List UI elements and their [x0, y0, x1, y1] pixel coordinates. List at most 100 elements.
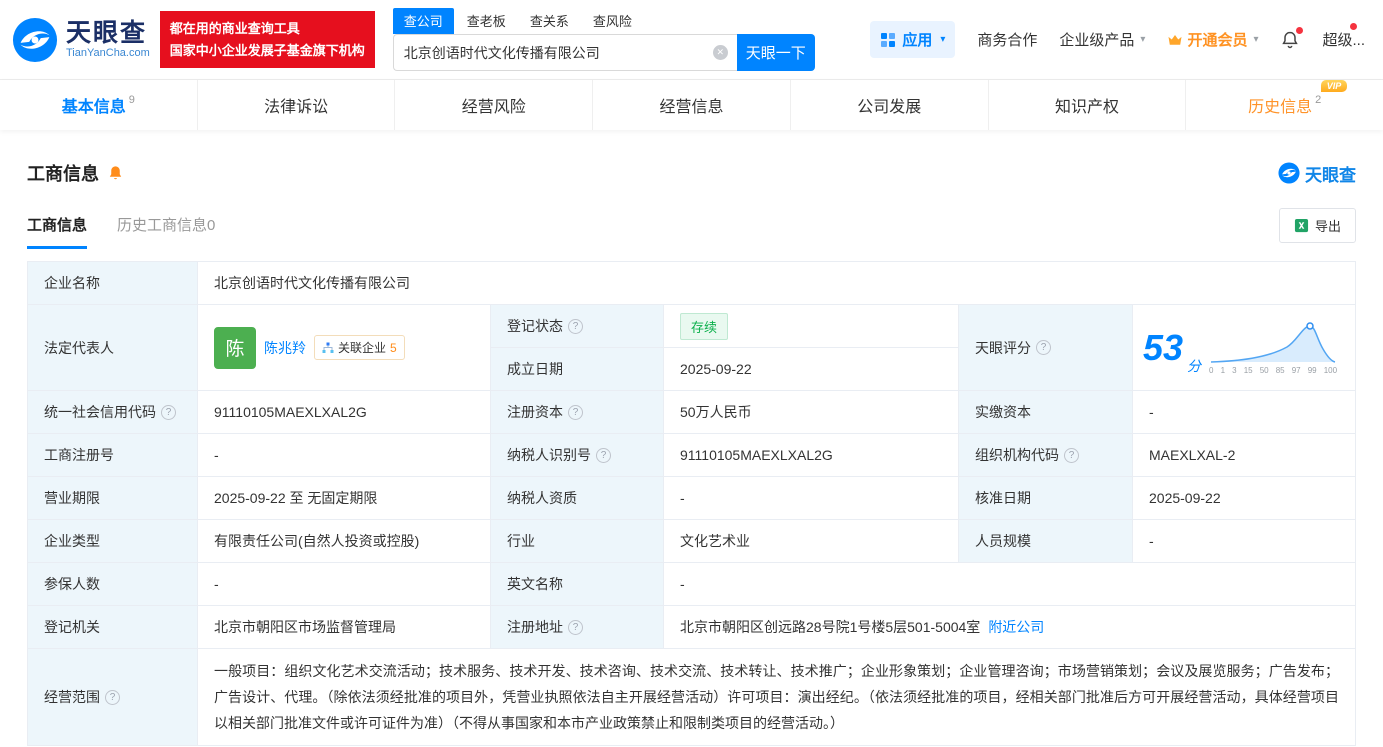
logo-subtitle: TianYanCha.com: [66, 47, 150, 60]
slogan-banner: 都在用的商业查询工具 国家中小企业发展子基金旗下机构: [159, 11, 375, 68]
tab-operation-info-label: 经营信息: [659, 99, 724, 116]
chevron-down-icon: ▾: [1253, 34, 1259, 45]
subtab-business-info[interactable]: 工商信息: [27, 214, 88, 249]
apps-menu[interactable]: 应用 ▾: [870, 21, 956, 58]
score-unit: 分: [1187, 358, 1202, 374]
help-icon[interactable]: ?: [568, 318, 583, 334]
business-term-value: 2025-09-22 至 无固定期限: [198, 477, 491, 520]
excel-icon: [1294, 218, 1309, 233]
search-tab-relation[interactable]: 查关系: [519, 8, 580, 34]
paid-capital-label: 实缴资本: [959, 391, 1133, 434]
help-icon[interactable]: ?: [568, 619, 583, 635]
tab-company-development-label: 公司发展: [857, 99, 922, 116]
reg-number-label: 工商注册号: [28, 434, 198, 477]
taxpayer-quality-label: 纳税人资质: [491, 477, 664, 520]
credit-code-value: 91110105MAEXLXAL2G: [198, 391, 491, 434]
apps-label: 应用: [902, 32, 933, 49]
search-tab-risk[interactable]: 查风险: [582, 8, 643, 34]
main-content: 工商信息 天眼查 工商信息 历史工商信息0 导出 企业名称 北京创语时代文化传播…: [0, 160, 1383, 746]
related-companies-badge[interactable]: 关联企业 5: [314, 335, 405, 360]
legal-rep-avatar[interactable]: 陈: [214, 326, 256, 369]
legal-rep-value: 陈 陈兆羚 关联企业 5: [198, 305, 491, 391]
approval-date-value: 2025-09-22: [1133, 477, 1356, 520]
reg-address-value: 北京市朝阳区创远路28号院1号楼5层501-5004室 附近公司: [664, 606, 1356, 649]
english-name-label: 英文名称: [491, 563, 664, 606]
subscribe-bell-icon[interactable]: [107, 165, 124, 182]
top-header: 天眼查 TianYanCha.com 都在用的商业查询工具 国家中小企业发展子基…: [0, 0, 1383, 80]
taxpayer-id-label: 纳税人识别号 ?: [491, 434, 664, 477]
staff-size-label: 人员规模: [959, 520, 1133, 563]
search-tab-boss[interactable]: 查老板: [456, 8, 517, 34]
tab-history-info-label: 历史信息: [1248, 99, 1313, 116]
notification-dot: [1296, 26, 1304, 34]
business-scope-value: 一般项目：组织文化艺术交流活动；技术服务、技术开发、技术咨询、技术交流、技术转让…: [198, 649, 1356, 746]
approval-date-label: 核准日期: [959, 477, 1133, 520]
search-block: 查公司 查老板 查关系 查风险 ✕ 天眼一下: [392, 8, 815, 71]
tab-operation-risk[interactable]: 经营风险: [394, 80, 592, 130]
tab-basic-info[interactable]: 基本信息 9: [0, 80, 197, 130]
related-companies-icon: [322, 342, 334, 353]
slogan-line2: 国家中小企业发展子基金旗下机构: [169, 42, 365, 58]
help-icon[interactable]: ?: [105, 689, 120, 705]
section-tabs: 基本信息 9 法律诉讼 经营风险 经营信息 公司发展 知识产权 历史信息 2 V…: [0, 80, 1383, 130]
org-code-value: MAEXLXAL-2: [1133, 434, 1356, 477]
paid-capital-value: -: [1133, 391, 1356, 434]
insured-count-value: -: [198, 563, 491, 606]
company-name-value: 北京创语时代文化传播有限公司: [198, 262, 1356, 305]
tianyancha-watermark: 天眼查: [1278, 161, 1356, 186]
logo-title: 天眼查: [66, 18, 148, 47]
nav-open-membership[interactable]: 开通会员 ▾: [1167, 29, 1258, 50]
tab-operation-info[interactable]: 经营信息: [592, 80, 790, 130]
tab-legal-litigation[interactable]: 法律诉讼: [196, 80, 395, 130]
reg-authority-value: 北京市朝阳区市场监督管理局: [198, 606, 491, 649]
crown-icon: [1168, 34, 1182, 45]
company-type-label: 企业类型: [28, 520, 198, 563]
staff-size-value: -: [1133, 520, 1356, 563]
help-icon[interactable]: ?: [568, 404, 583, 420]
search-input[interactable]: [392, 34, 737, 71]
help-icon[interactable]: ?: [1064, 447, 1079, 463]
nav-enterprise-products[interactable]: 企业级产品 ▾: [1059, 29, 1145, 50]
subtab-history-business-info[interactable]: 历史工商信息0: [117, 214, 215, 249]
establish-date-label: 成立日期: [491, 348, 664, 391]
nav-business-cooperation[interactable]: 商务合作: [977, 29, 1037, 50]
site-logo[interactable]: 天眼查 TianYanCha.com: [12, 17, 150, 63]
help-icon[interactable]: ?: [1036, 340, 1051, 355]
business-scope-label: 经营范围 ?: [28, 649, 198, 746]
nearby-companies-link[interactable]: 附近公司: [988, 617, 1044, 637]
status-badge: 存续: [680, 312, 729, 340]
legal-rep-name-link[interactable]: 陈兆羚: [264, 338, 306, 358]
establish-date-value: 2025-09-22: [664, 348, 959, 391]
search-button[interactable]: 天眼一下: [736, 34, 815, 71]
tianyancha-logo-icon: [1278, 162, 1300, 184]
enterprise-products-label: 企业级产品: [1059, 32, 1135, 49]
reg-status-value: 存续: [664, 305, 959, 348]
tab-intellectual-property[interactable]: 知识产权: [987, 80, 1186, 130]
tab-legal-litigation-label: 法律诉讼: [264, 99, 329, 116]
tab-operation-risk-label: 经营风险: [461, 99, 526, 116]
vip-badge: VIP: [1320, 80, 1348, 92]
business-cooperation-label: 商务合作: [977, 32, 1038, 49]
reg-address-text: 北京市朝阳区创远路28号院1号楼5层501-5004室: [680, 619, 981, 635]
header-nav: 应用 ▾ 商务合作 企业级产品 ▾ 开通会员 ▾ 超级...: [870, 21, 1365, 58]
search-tab-company[interactable]: 查公司: [392, 8, 454, 34]
tab-intellectual-property-label: 知识产权: [1054, 99, 1119, 116]
export-button[interactable]: 导出: [1278, 208, 1356, 243]
business-term-label: 营业期限: [28, 477, 198, 520]
help-icon[interactable]: ?: [161, 404, 176, 420]
help-icon[interactable]: ?: [596, 447, 611, 463]
reg-capital-label: 注册资本 ?: [491, 391, 664, 434]
clear-search-icon[interactable]: ✕: [712, 45, 728, 60]
company-type-value: 有限责任公司(自然人投资或控股): [198, 520, 491, 563]
reg-authority-label: 登记机关: [28, 606, 198, 649]
tab-history-info[interactable]: 历史信息 2 VIP: [1185, 80, 1383, 130]
industry-label: 行业: [491, 520, 664, 563]
notification-bell-icon[interactable]: [1280, 26, 1304, 50]
score-label: 天眼评分 ?: [959, 305, 1133, 391]
tab-company-development[interactable]: 公司发展: [789, 80, 988, 130]
open-membership-label: 开通会员: [1187, 32, 1248, 49]
reg-address-label: 注册地址 ?: [491, 606, 664, 649]
tianyancha-logo-icon: [12, 17, 58, 62]
nav-super[interactable]: 超级...: [1322, 29, 1365, 50]
super-label: 超级...: [1322, 32, 1365, 49]
